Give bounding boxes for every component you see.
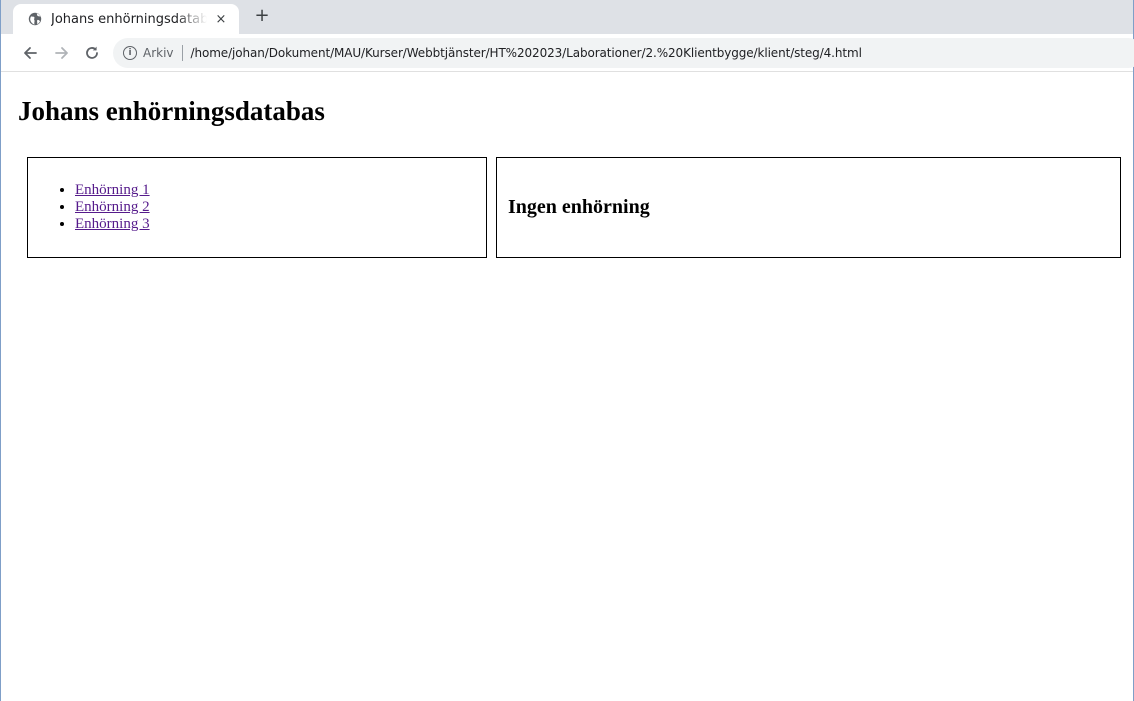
- scheme-label: Arkiv: [143, 46, 174, 60]
- list-item: Enhörning 2: [75, 199, 150, 216]
- address-divider: [181, 45, 183, 61]
- browser-window: Johans enhörningsdatabas × + i Arkiv /ho…: [0, 0, 1134, 701]
- tab-title: Johans enhörningsdatabas: [51, 11, 207, 27]
- unicorn-link-2[interactable]: Enhörning 2: [75, 199, 150, 215]
- unicorn-link-1[interactable]: Enhörning 1: [75, 182, 150, 198]
- page-content: Johans enhörningsdatabas Enhörning 1 Enh…: [2, 73, 1134, 701]
- reload-icon: [86, 46, 98, 59]
- reload-button[interactable]: [81, 42, 103, 64]
- list-item: Enhörning 3: [75, 216, 150, 233]
- url-text[interactable]: /home/johan/Dokument/MAU/Kurser/Webbtjän…: [191, 46, 862, 60]
- unicorn-list-panel: Enhörning 1 Enhörning 2 Enhörning 3: [27, 157, 487, 258]
- arrow-right-icon: [55, 47, 68, 59]
- forward-button[interactable]: [51, 42, 73, 64]
- page-title: Johans enhörningsdatabas: [18, 96, 325, 126]
- info-icon[interactable]: i: [123, 46, 137, 60]
- unicorn-list: Enhörning 1 Enhörning 2 Enhörning 3: [28, 182, 150, 233]
- unicorn-link-3[interactable]: Enhörning 3: [75, 216, 150, 232]
- back-button[interactable]: [19, 42, 41, 64]
- address-bar[interactable]: i Arkiv /home/johan/Dokument/MAU/Kurser/…: [113, 38, 1134, 68]
- list-item: Enhörning 1: [75, 182, 150, 199]
- new-tab-button[interactable]: +: [251, 5, 273, 27]
- tab-strip: Johans enhörningsdatabas × +: [1, 0, 1133, 34]
- tab-close-icon[interactable]: ×: [213, 12, 229, 27]
- globe-icon: [27, 11, 43, 27]
- browser-tab-active[interactable]: Johans enhörningsdatabas ×: [13, 4, 239, 34]
- unicorn-detail-panel: Ingen enhörning: [496, 157, 1121, 258]
- arrow-left-icon: [24, 47, 37, 59]
- browser-toolbar: i Arkiv /home/johan/Dokument/MAU/Kurser/…: [1, 34, 1134, 72]
- detail-heading: Ingen enhörning: [508, 196, 650, 218]
